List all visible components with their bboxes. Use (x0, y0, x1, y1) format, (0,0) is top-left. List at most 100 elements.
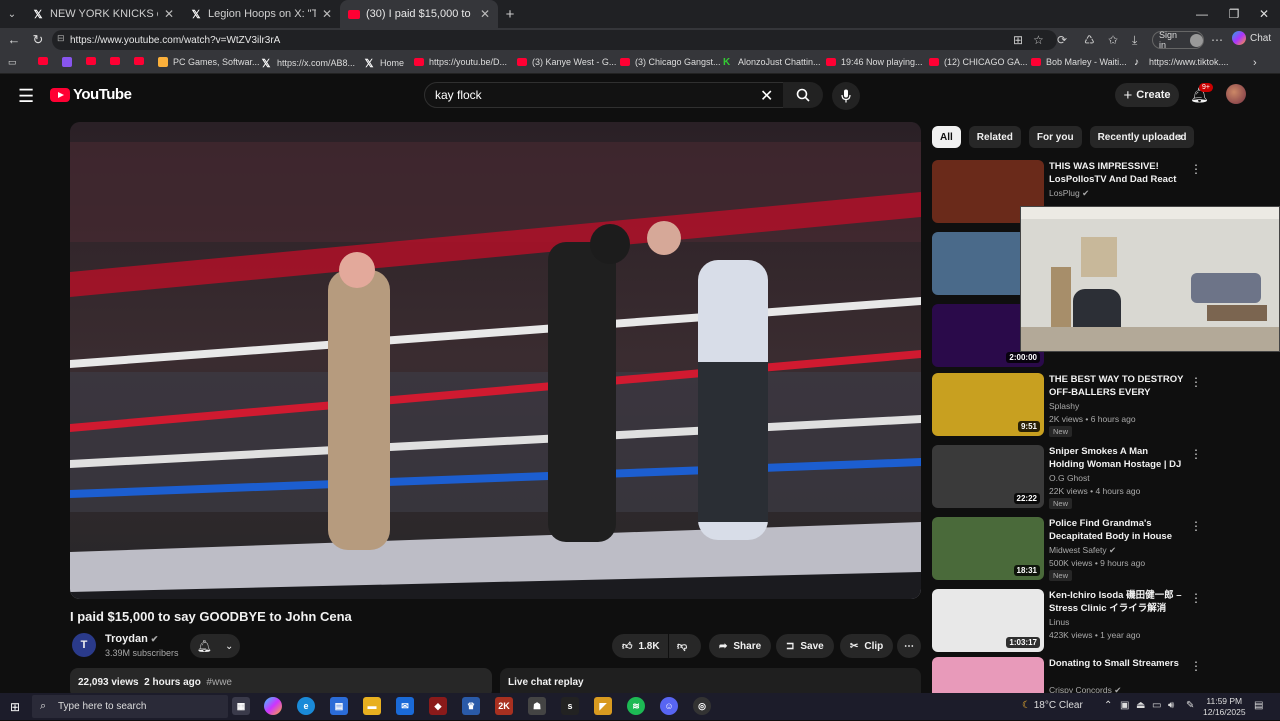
edge-browser-icon[interactable]: e (297, 697, 315, 715)
video-player[interactable] (70, 122, 921, 599)
bookmark-item[interactable]: 𝕏https://x.com/AB8... (260, 57, 355, 70)
back-icon[interactable]: ← (2, 32, 26, 47)
tray-chevron-icon[interactable]: ⌃ (1104, 700, 1112, 711)
bookmarks-more-icon[interactable]: › (1253, 57, 1257, 69)
volume-icon[interactable]: 🔊︎ (1168, 700, 1174, 711)
2k-app-icon[interactable]: 2K (495, 697, 513, 715)
more-actions-button[interactable]: ⋯ (897, 634, 921, 658)
browser-essentials-icon[interactable]: ♺ (1084, 33, 1095, 47)
share-button[interactable]: ➦ Share (709, 634, 772, 658)
new-tab-button[interactable]: + (498, 6, 522, 23)
video-title[interactable]: THIS WAS IMPRESSIVE! LosPollosTV And Dad… (1049, 160, 1185, 186)
bookmark-item[interactable]: 19:46 Now playing... (826, 57, 923, 67)
clear-search-icon[interactable]: ✕ (760, 86, 773, 106)
clip-button[interactable]: ✂ Clip (840, 634, 894, 658)
search-input[interactable]: kay flock (424, 82, 786, 108)
more-vertical-icon[interactable]: ⋮ (1190, 375, 1202, 389)
bookmark-item[interactable]: (3) Chicago Gangst... (620, 57, 721, 67)
browser-tab[interactable]: 𝕏 Legion Hoops on X: "The league a ✕ (182, 0, 340, 28)
edit-icon[interactable]: ✎ (1186, 700, 1194, 711)
notifications-icon[interactable]: ▤ (1254, 700, 1263, 711)
channel-name[interactable]: Midwest Safety ✔ (1049, 545, 1116, 556)
channel-avatar[interactable]: T (72, 633, 96, 657)
spotify-icon[interactable]: ≋ (627, 697, 645, 715)
video-title[interactable]: THE BEST WAY TO DESTROY OFF-BALLERS EVER… (1049, 373, 1185, 399)
site-info-icon[interactable]: ⊟ (57, 33, 65, 44)
url-field[interactable]: ⊟ https://www.youtube.com/watch?v=WtZV3i… (52, 30, 1057, 50)
channel-name[interactable]: Linus (1049, 617, 1069, 627)
bookmark-item[interactable]: ♪ https://www.tiktok.... (1134, 57, 1229, 68)
video-title[interactable]: Police Find Grandma's Decapitated Body i… (1049, 517, 1185, 543)
bookmark-item[interactable] (86, 57, 96, 65)
close-tab-icon[interactable]: ✕ (164, 7, 174, 21)
discord-icon[interactable]: ☺ (660, 697, 678, 715)
bookmark-item[interactable]: (3) Kanye West - G... (517, 57, 616, 67)
bookmark-item[interactable]: https://youtu.be/D... (414, 57, 507, 67)
recommended-video[interactable]: 18:31 Police Find Grandma's Decapitated B… (932, 517, 1262, 581)
create-button[interactable]: + Create (1115, 83, 1179, 107)
video-title[interactable]: Ken-Ichiro Isoda 磯田健一郎 – Stress Clinic イ… (1049, 589, 1185, 615)
channel-name[interactable]: Splashy (1049, 401, 1079, 411)
more-vertical-icon[interactable]: ⋮ (1190, 659, 1202, 673)
video-thumbnail[interactable]: 18:31 (932, 517, 1044, 580)
dislike-button[interactable]: 👎︎ (669, 634, 701, 658)
copilot-taskbar-icon[interactable] (264, 697, 282, 715)
bookmark-item[interactable]: (12) CHICAGO GA... (929, 57, 1028, 67)
save-button[interactable]: ⊐ Save (776, 634, 834, 658)
recommended-video[interactable]: 9:51 THE BEST WAY TO DESTROY OFF-BALLERS … (932, 373, 1262, 437)
favorite-star-icon[interactable]: ☆ (1033, 33, 1044, 47)
chip-related[interactable]: Related (968, 126, 1021, 148)
more-vertical-icon[interactable]: ⋮ (1190, 162, 1202, 176)
weather-widget[interactable]: ☾ 18°C Clear (1022, 700, 1083, 711)
recommended-video[interactable]: 22:22 Sniper Smokes A Man Holding Woman H… (932, 445, 1262, 509)
copilot-chat-button[interactable]: Chat (1232, 31, 1271, 45)
hashtag[interactable]: #wwe (206, 677, 232, 688)
app-icon[interactable]: ☗ (528, 697, 546, 715)
bookmark-item[interactable]: Bob Marley - Waiti... (1031, 57, 1127, 67)
subscribed-notifications-button[interactable]: 🔔︎ ⌄ (190, 634, 240, 658)
browser-tab[interactable]: 𝕏 NEW YORK KNICKS on X: "THE CU ✕ (24, 0, 182, 28)
file-explorer-icon[interactable]: ▬ (363, 697, 381, 715)
downloads-icon[interactable]: ⤓ (1132, 33, 1137, 48)
more-vertical-icon[interactable]: ⋮ (1190, 591, 1202, 605)
video-thumbnail[interactable]: 9:51 (932, 373, 1044, 436)
video-title[interactable]: Donating to Small Streamers (1049, 657, 1185, 670)
system-clock[interactable]: 11:59 PM 12/16/2025 (1203, 696, 1246, 718)
more-vertical-icon[interactable]: ⋮ (1190, 519, 1202, 533)
account-avatar[interactable] (1226, 84, 1246, 104)
bookmark-item[interactable]: 𝕏 Home (363, 57, 404, 70)
close-window-icon[interactable]: ✕ (1248, 0, 1280, 28)
reading-list-icon[interactable]: ▭ (8, 57, 17, 68)
taskbar-search-input[interactable]: ⌕ Type here to search (32, 695, 228, 718)
bookmark-item[interactable]: PC Games, Softwar... (158, 57, 260, 67)
voice-search-button[interactable] (832, 82, 860, 110)
task-view-icon[interactable]: ▦ (232, 697, 250, 715)
stake-app-icon[interactable]: s (561, 697, 579, 715)
tab-list-button[interactable]: ⌄ (0, 9, 24, 20)
floating-mini-player[interactable] (1020, 206, 1280, 352)
chip-for-you[interactable]: For you (1028, 126, 1082, 148)
favorites-icon[interactable]: ✩ (1108, 33, 1118, 47)
channel-name[interactable]: LosPlug ✔ (1049, 188, 1089, 199)
refresh-icon[interactable]: ↻ (26, 32, 50, 48)
windows-start-icon[interactable]: ⊞ (10, 700, 20, 714)
network-icon[interactable]: ▭ (1152, 700, 1161, 711)
close-tab-icon[interactable]: ✕ (322, 7, 332, 21)
nba-app-icon[interactable]: ♛ (462, 697, 480, 715)
bookmark-item[interactable] (62, 57, 72, 67)
extensions-icon[interactable]: ⟳ (1057, 33, 1067, 47)
like-button[interactable]: 👍︎ 1.8K (612, 634, 668, 658)
restore-icon[interactable]: ❐ (1218, 0, 1250, 28)
app-icon[interactable]: ◤ (594, 697, 612, 715)
youtube-logo[interactable]: YouTube (50, 86, 132, 103)
bookmark-item[interactable]: K AlonzoJust Chattin... (723, 57, 821, 68)
usb-icon[interactable]: ⏏ (1136, 700, 1145, 711)
sign-in-button[interactable]: Sign in (1152, 30, 1204, 50)
bookmark-item[interactable] (38, 57, 48, 65)
minimize-icon[interactable]: — (1186, 0, 1218, 28)
recommended-video[interactable]: 1:03:17 Ken-Ichiro Isoda 磯田健一郎 – Stress C… (932, 589, 1262, 653)
obs-icon[interactable]: ◎ (693, 697, 711, 715)
close-tab-icon[interactable]: ✕ (480, 7, 490, 21)
channel-name[interactable]: O.G Ghost (1049, 473, 1090, 483)
mail-icon[interactable]: ✉ (396, 697, 414, 715)
